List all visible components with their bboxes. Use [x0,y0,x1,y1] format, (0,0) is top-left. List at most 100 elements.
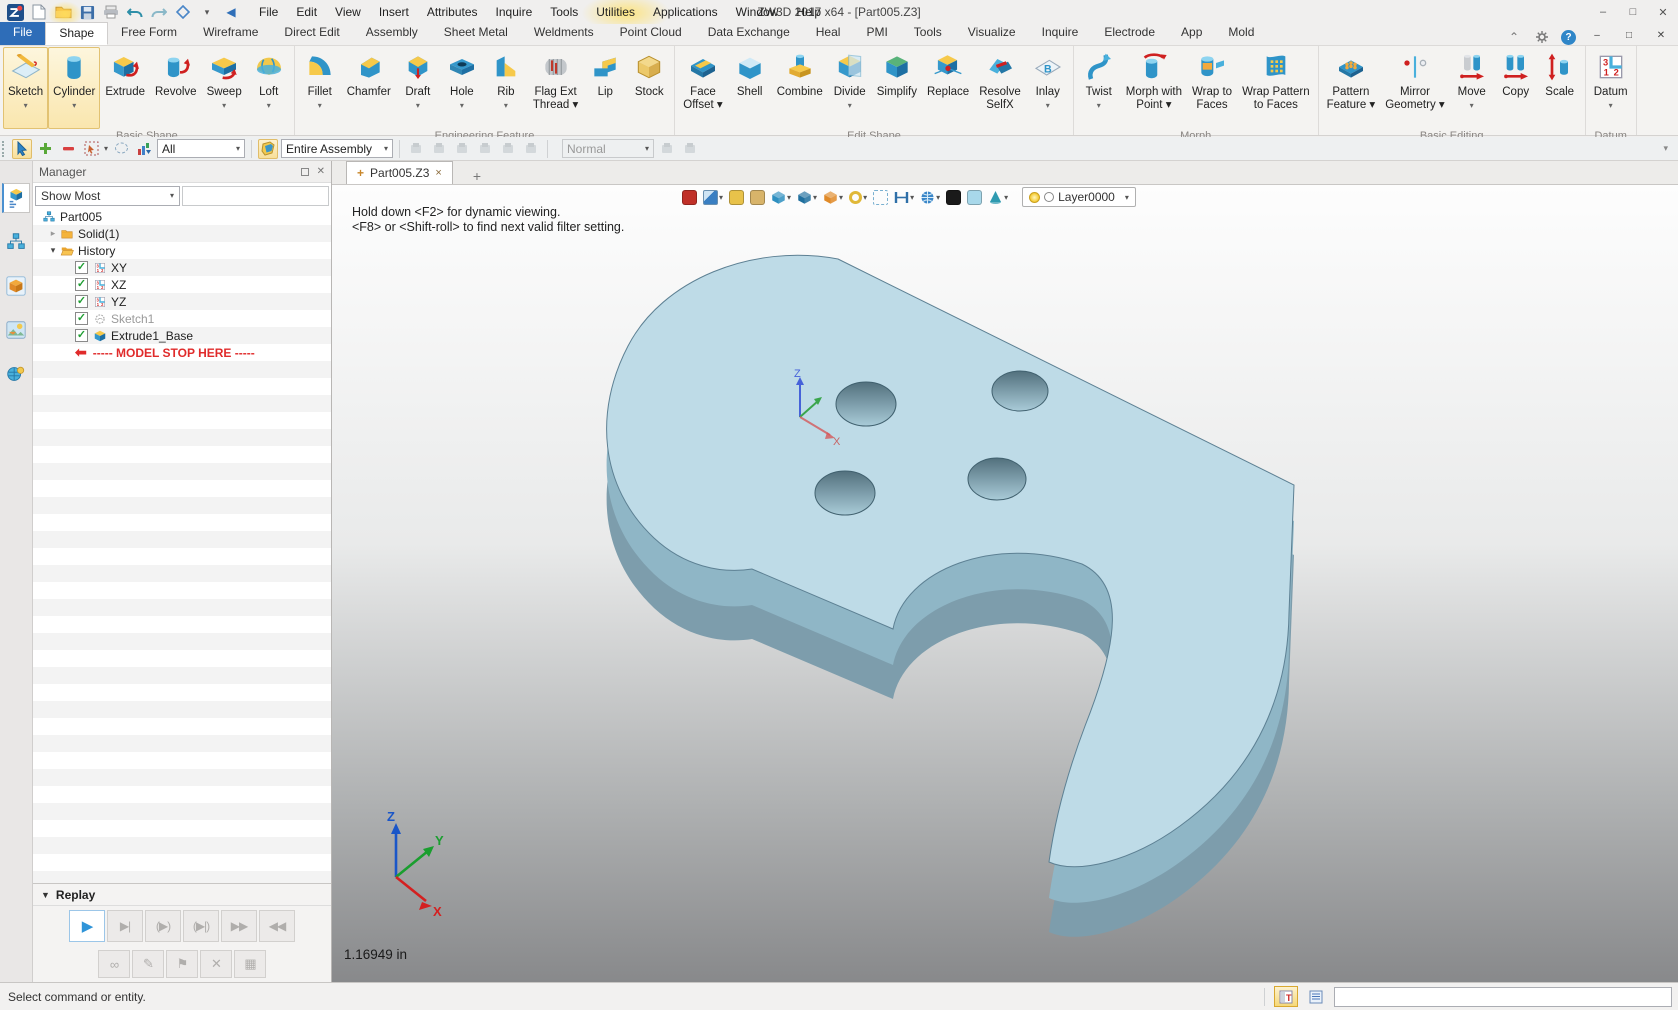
menu-tools[interactable]: Tools [541,1,587,23]
viewport[interactable]: Z X Z Y X Hold down <F2> for dynamic vie… [332,185,1678,982]
tree-row[interactable]: ✓YZ [33,293,331,310]
chevron-down-icon[interactable]: ▾ [787,193,791,202]
swatch-black-icon[interactable] [944,187,963,207]
flag-ext-thread-button[interactable]: Flag Ext Thread ▾ [528,47,583,129]
sweep-button[interactable]: Sweep▾ [202,47,247,129]
tree-search-field[interactable] [182,186,329,206]
extrude-button[interactable]: Extrude [100,47,150,129]
toolbar-grip[interactable] [2,141,7,157]
blank-entity-icon[interactable] [521,139,541,159]
menu-view[interactable]: View [326,1,370,23]
mode-dropdown[interactable]: Normal▾ [562,139,654,158]
ribbon-tab-wireframe[interactable]: Wireframe [190,22,271,45]
replay-header[interactable]: ▼ Replay [33,884,331,906]
settings-gear-icon[interactable] [1533,29,1551,45]
customize-icon[interactable] [174,3,192,21]
inlay-button[interactable]: Inlay▾ [1026,47,1070,129]
replay-fast-forward-button[interactable]: ▶▶ [221,910,257,942]
visibility-checkbox[interactable]: ✓ [75,261,88,274]
mirror-geometry-button[interactable]: Mirror Geometry ▾ [1380,47,1449,129]
rib-button[interactable]: Rib▾ [484,47,528,129]
move-button[interactable]: Move▾ [1450,47,1494,129]
tag-icon[interactable] [748,187,767,207]
expand-arrow-icon[interactable]: ▸ [47,228,59,239]
menu-window[interactable]: Window [727,1,788,23]
pick-box-icon[interactable] [871,187,890,207]
ribbon-tab-file[interactable]: File [0,22,45,45]
wrap-to-faces-button[interactable]: Wrap to Faces [1187,47,1237,129]
menu-attributes[interactable]: Attributes [418,1,487,23]
eraser-icon[interactable] [727,187,746,207]
tree-row[interactable]: ✓XZ [33,276,331,293]
filter-dropdown[interactable]: All▾ [157,139,245,158]
help-icon[interactable]: ? [1561,30,1576,45]
cylinder-button[interactable]: Cylinder▾ [48,47,100,129]
ribbon-tab-assembly[interactable]: Assembly [353,22,431,45]
ribbon-tab-mold[interactable]: Mold [1215,22,1267,45]
replay-play-button[interactable]: ▶ [69,910,105,942]
toolbar-overflow-icon[interactable]: ▾ [1663,143,1678,154]
output-log-icon[interactable] [1304,986,1328,1007]
chevron-down-icon[interactable]: ▾ [813,193,817,202]
twist-button[interactable]: Twist▾ [1077,47,1121,129]
tree-filter-dropdown[interactable]: Show Most ▾ [35,186,180,206]
replay-run-to-button[interactable]: ⚑ [166,950,198,978]
pattern-feature-button[interactable]: Pattern Feature ▾ [1322,47,1381,129]
document-tab[interactable]: + Part005.Z3 × [346,161,453,184]
resolve-selfx-button[interactable]: Resolve SelfX [974,47,1026,129]
assembly-manager-tab[interactable] [2,227,30,257]
align-1-icon[interactable] [406,139,426,159]
ribbon-tab-electrode[interactable]: Electrode [1091,22,1168,45]
chevron-down-icon[interactable]: ▾ [104,144,108,153]
ribbon-tab-free-form[interactable]: Free Form [108,22,190,45]
doc-restore-icon[interactable]: □ [1618,30,1640,45]
draft-button[interactable]: Draft▾ [396,47,440,129]
chamfer-button[interactable]: Chamfer [342,47,396,129]
history-manager-tab[interactable] [2,183,30,213]
plate-hole[interactable] [815,471,875,515]
tree-row[interactable]: ▸Solid(1) [33,225,331,242]
redo-icon[interactable] [150,3,168,21]
tree-row[interactable]: Part005 [33,208,331,225]
ribbon-tab-inquire[interactable]: Inquire [1029,22,1092,45]
replay-link-button[interactable]: ∞ [98,950,130,978]
layer-selector[interactable]: Layer0000▾ [1022,187,1136,207]
regen-icon[interactable] [680,139,700,159]
ribbon-tab-heal[interactable]: Heal [803,22,854,45]
pick-arrow-icon[interactable] [12,139,32,159]
ribbon-tab-tools[interactable]: Tools [901,22,955,45]
face-offset-button[interactable]: Face Offset ▾ [678,47,727,129]
divide-button[interactable]: Divide▾ [828,47,872,129]
tree-row[interactable]: ▾History [33,242,331,259]
ribbon-tab-data-exchange[interactable]: Data Exchange [695,22,803,45]
zw3d-logo-icon[interactable] [6,3,24,21]
align-2-icon[interactable] [429,139,449,159]
ribbon-tab-visualize[interactable]: Visualize [955,22,1029,45]
close-icon[interactable]: ✕ [1648,1,1678,23]
tree-row[interactable]: ✓Extrude1_Base [33,327,331,344]
datum-button[interactable]: Datum▾ [1589,47,1633,129]
visual-manager-tab[interactable] [2,271,30,301]
chevron-down-icon[interactable]: ▾ [1004,193,1008,202]
menu-insert[interactable]: Insert [370,1,418,23]
close-panel-icon[interactable]: ✕ [317,166,325,177]
chevron-down-icon[interactable]: ▾ [719,193,723,202]
edge-display-icon[interactable]: ▾ [795,187,819,207]
sketch-button[interactable]: Sketch▾ [3,47,48,129]
command-input[interactable] [1334,987,1672,1007]
replay-edit-button[interactable]: ✎ [132,950,164,978]
chevron-down-icon[interactable]: ▾ [936,193,940,202]
menu-file[interactable]: File [250,1,287,23]
ribbon-tab-shape[interactable]: Shape [45,22,108,45]
new-tab-button[interactable]: + [467,168,487,184]
ribbon-tab-direct-edit[interactable]: Direct Edit [271,22,352,45]
view-orient-icon[interactable]: ▾ [701,187,725,207]
fillet-button[interactable]: Fillet▾ [298,47,342,129]
collapse-arrow-icon[interactable]: ▾ [47,245,59,256]
ribbon-tab-sheet-metal[interactable]: Sheet Metal [431,22,521,45]
model-stop-marker[interactable]: ⬅----- MODEL STOP HERE ----- [33,344,331,361]
doc-close-icon[interactable]: ✕ [1650,30,1672,45]
visibility-checkbox[interactable]: ✓ [75,329,88,342]
replay-step-button[interactable]: ▶| [107,910,143,942]
model-3d-plate[interactable]: Z X [332,185,1678,982]
